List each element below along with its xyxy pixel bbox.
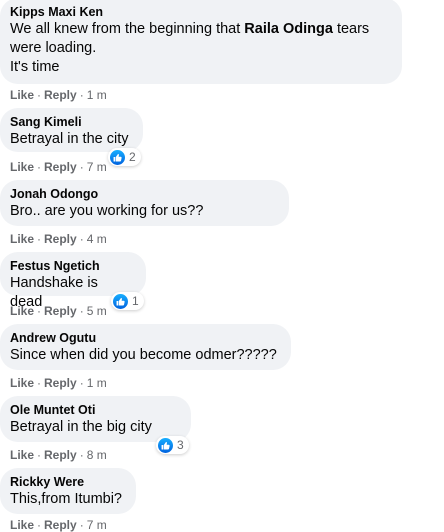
separator: · — [37, 160, 42, 174]
mention-link[interactable]: Raila Odinga — [244, 21, 333, 37]
like-button[interactable]: Like — [10, 232, 34, 246]
comment-author[interactable]: Ole Muntet Oti — [10, 402, 179, 418]
comment-actions: Like · Reply · 8 m — [10, 448, 107, 462]
reply-button[interactable]: Reply — [44, 304, 77, 318]
separator: · — [37, 304, 42, 318]
comment-actions: Like · Reply · 5 m — [10, 304, 107, 318]
reaction-summary[interactable]: 1 — [111, 292, 144, 310]
separator: · — [79, 160, 84, 174]
reply-button[interactable]: Reply — [44, 376, 77, 390]
comment-text: Betrayal in the city — [10, 131, 129, 147]
comment-actions: Like · Reply · 7 m — [10, 160, 107, 174]
comment-author[interactable]: Rickky Were — [10, 474, 124, 490]
like-button[interactable]: Like — [10, 304, 34, 318]
comment-timestamp[interactable]: 1 m — [87, 88, 107, 102]
comment-text: We all knew from the beginning that Rail… — [10, 20, 390, 77]
comment-text: Bro.. are you working for us?? — [10, 203, 204, 219]
reaction-count: 3 — [177, 438, 184, 452]
like-button[interactable]: Like — [10, 448, 34, 462]
comment-timestamp[interactable]: 8 m — [87, 448, 107, 462]
like-button[interactable]: Like — [10, 88, 34, 102]
comment-text: Betrayal in the big city — [10, 419, 152, 435]
comment-actions: Like · Reply · 1 m — [10, 88, 107, 102]
comment-actions: Like · Reply · 1 m — [10, 376, 107, 390]
comment-timestamp[interactable]: 1 m — [87, 376, 107, 390]
comment-author[interactable]: Andrew Ogutu — [10, 330, 279, 346]
comment-timestamp[interactable]: 7 m — [87, 160, 107, 174]
reaction-count: 2 — [129, 150, 136, 164]
comment-author[interactable]: Jonah Odongo — [10, 186, 277, 202]
comment-bubble: Andrew Ogutu Since when did you become o… — [0, 324, 291, 370]
comment-text-part: We all knew from the beginning that — [10, 21, 245, 37]
comment-bubble: Jonah Odongo Bro.. are you working for u… — [0, 180, 289, 226]
separator: · — [37, 448, 42, 462]
separator: · — [79, 376, 84, 390]
like-reaction-icon — [158, 437, 173, 453]
comment-text: This,from Itumbi? — [10, 491, 122, 507]
comment-timestamp[interactable]: 5 m — [87, 304, 107, 318]
like-reaction-icon — [113, 293, 128, 309]
comment-author[interactable]: Kipps Maxi Ken — [10, 4, 390, 20]
comment-bubble: Kipps Maxi Ken We all knew from the begi… — [0, 0, 402, 84]
comment-text: Since when did you become odmer????? — [10, 347, 277, 363]
comment-actions: Like · Reply · 4 m — [10, 232, 107, 246]
separator: · — [37, 376, 42, 390]
comment-bubble: Rickky Were This,from Itumbi? — [0, 468, 136, 514]
reaction-count: 1 — [132, 294, 139, 308]
comment-bubble: Festus Ngetich Handshake is dead — [0, 252, 146, 310]
comment-bubble: Sang Kimeli Betrayal in the city — [0, 108, 143, 152]
separator: · — [79, 448, 84, 462]
comment-author[interactable]: Sang Kimeli — [10, 114, 131, 130]
reply-button[interactable]: Reply — [44, 448, 77, 462]
separator: · — [79, 88, 84, 102]
reply-button[interactable]: Reply — [44, 232, 77, 246]
like-button[interactable]: Like — [10, 376, 34, 390]
separator: · — [79, 232, 84, 246]
reaction-summary[interactable]: 2 — [108, 148, 141, 166]
separator: · — [37, 88, 42, 102]
like-button[interactable]: Like — [10, 160, 34, 174]
comment-bubble: Ole Muntet Oti Betrayal in the big city — [0, 396, 191, 442]
separator: · — [79, 304, 84, 318]
like-reaction-icon — [110, 149, 125, 165]
comment-timestamp[interactable]: 4 m — [87, 232, 107, 246]
reaction-summary[interactable]: 3 — [156, 436, 189, 454]
comment-author[interactable]: Festus Ngetich — [10, 258, 134, 274]
separator: · — [37, 232, 42, 246]
reply-button[interactable]: Reply — [44, 160, 77, 174]
reply-button[interactable]: Reply — [44, 88, 77, 102]
